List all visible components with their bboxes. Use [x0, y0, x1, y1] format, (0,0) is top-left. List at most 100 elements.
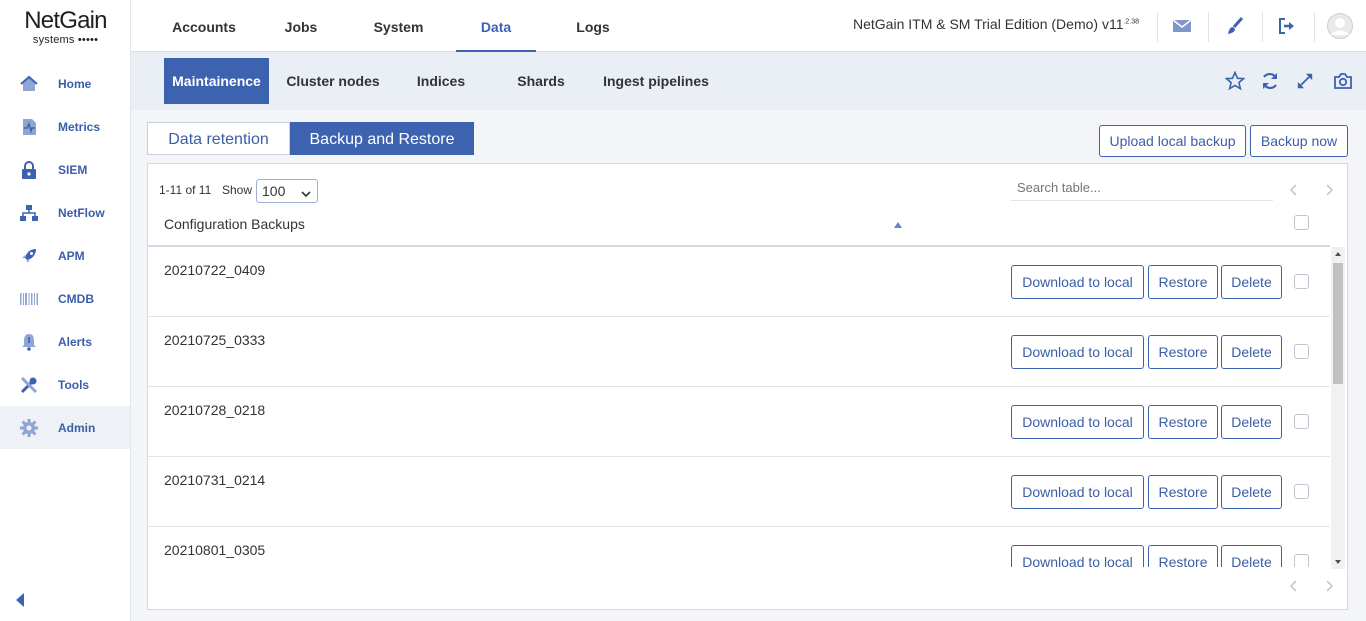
divider [1157, 12, 1158, 42]
scroll-up-icon[interactable] [1331, 249, 1345, 259]
download-to-local-button[interactable]: Download to local [1011, 405, 1144, 439]
tab-data-retention[interactable]: Data retention [147, 122, 290, 155]
edition-text: NetGain ITM & SM Trial Edition (Demo) v1… [853, 16, 1124, 32]
delete-button[interactable]: Delete [1221, 405, 1282, 439]
restore-button[interactable]: Restore [1148, 475, 1218, 509]
logout-icon[interactable] [1272, 12, 1302, 40]
next-page-icon[interactable] [1321, 578, 1337, 594]
divider [1208, 12, 1209, 42]
subtab-indices[interactable]: Indices [401, 58, 481, 104]
row-checkbox[interactable] [1294, 344, 1309, 359]
backup-name: 20210725_0333 [164, 332, 266, 348]
subtab-maintainence[interactable]: Maintainence [164, 58, 269, 104]
search-input[interactable] [1011, 175, 1273, 201]
backup-now-button[interactable]: Backup now [1250, 125, 1348, 157]
logo-subtext: systems ••••• [32, 34, 99, 46]
scrollbar-thumb[interactable] [1333, 263, 1343, 384]
row-checkbox[interactable] [1294, 274, 1309, 289]
delete-button[interactable]: Delete [1221, 335, 1282, 369]
sidebar-item-label: Alerts [58, 334, 93, 349]
divider [1262, 12, 1263, 42]
delete-button[interactable]: Delete [1221, 475, 1282, 509]
subtab-cluster-nodes[interactable]: Cluster nodes [278, 58, 388, 104]
lock-icon [0, 160, 58, 180]
tab-jobs[interactable]: Jobs [261, 0, 341, 52]
row-checkbox[interactable] [1294, 554, 1309, 567]
row-checkbox[interactable] [1294, 414, 1309, 429]
netgain-logo[interactable]: NetGain systems ••••• [0, 7, 131, 47]
mail-icon[interactable] [1167, 12, 1197, 40]
sidebar-item-netflow[interactable]: NetFlow [0, 191, 130, 234]
download-to-local-button[interactable]: Download to local [1011, 335, 1144, 369]
subtab-ingest-pipelines[interactable]: Ingest pipelines [596, 58, 716, 104]
table-row: 20210728_0218 Download to local Restore … [148, 387, 1330, 457]
tab-data[interactable]: Data [456, 0, 536, 52]
bell-icon [0, 332, 58, 352]
sidebar-item-tools[interactable]: Tools [0, 363, 130, 406]
prev-page-icon[interactable] [1286, 578, 1302, 594]
user-avatar-icon[interactable] [1325, 12, 1355, 40]
upload-local-backup-button[interactable]: Upload local backup [1099, 125, 1246, 157]
chevron-down-icon [300, 184, 312, 206]
sidebar-item-label: CMDB [58, 291, 94, 306]
record-count: 1-11 of 11 [159, 183, 212, 197]
sidebar-item-label: Home [58, 76, 92, 91]
sidebar-item-home[interactable]: Home [0, 62, 130, 105]
sidebar-item-siem[interactable]: SIEM [0, 148, 130, 191]
logo-text: NetGain [24, 7, 107, 34]
sidebar-item-metrics[interactable]: Metrics [0, 105, 130, 148]
table-row: 20210801_0305 Download to local Restore … [148, 527, 1330, 567]
subtab-shards[interactable]: Shards [501, 58, 581, 104]
tab-system[interactable]: System [356, 0, 441, 52]
sidebar-item-admin[interactable]: Admin [0, 406, 130, 449]
sidebar: NetGain systems ••••• Home Metrics SIEM … [0, 0, 131, 621]
tab-backup-and-restore[interactable]: Backup and Restore [290, 122, 474, 155]
backup-name: 20210731_0214 [164, 472, 266, 488]
metrics-icon [0, 117, 58, 137]
sort-asc-icon[interactable] [893, 216, 903, 234]
table-row: 20210725_0333 Download to local Restore … [148, 317, 1330, 387]
star-icon[interactable] [1223, 69, 1247, 93]
backups-panel: 1-11 of 11 Show 100 Configuration Backup… [147, 163, 1348, 610]
table-row: 20210722_0409 Download to local Restore … [148, 247, 1330, 317]
camera-icon[interactable] [1331, 69, 1355, 93]
sidebar-item-label: APM [58, 248, 85, 263]
prev-page-icon[interactable] [1286, 182, 1302, 198]
show-label: Show [222, 183, 253, 197]
delete-button[interactable]: Delete [1221, 545, 1282, 567]
edition-label: NetGain ITM & SM Trial Edition (Demo) v1… [853, 16, 1139, 32]
scroll-down-icon[interactable] [1331, 557, 1345, 567]
download-to-local-button[interactable]: Download to local [1011, 265, 1144, 299]
backup-rows: 20210722_0409 Download to local Restore … [148, 247, 1330, 567]
table-row: 20210731_0214 Download to local Restore … [148, 457, 1330, 527]
edition-version: .2.38 [1123, 18, 1140, 26]
restore-button[interactable]: Restore [1148, 405, 1218, 439]
download-to-local-button[interactable]: Download to local [1011, 475, 1144, 509]
tab-accounts[interactable]: Accounts [154, 0, 254, 52]
delete-button[interactable]: Delete [1221, 265, 1282, 299]
sidebar-item-alerts[interactable]: Alerts [0, 320, 130, 363]
collapse-sidebar-icon[interactable] [14, 592, 26, 608]
sidebar-item-apm[interactable]: APM [0, 234, 130, 277]
backup-name: 20210722_0409 [164, 262, 266, 278]
home-icon [0, 74, 58, 94]
row-checkbox[interactable] [1294, 484, 1309, 499]
backup-name: 20210728_0218 [164, 402, 266, 418]
network-icon [0, 203, 58, 223]
restore-button[interactable]: Restore [1148, 335, 1218, 369]
refresh-icon[interactable] [1258, 69, 1282, 93]
tab-logs[interactable]: Logs [553, 0, 633, 52]
expand-icon[interactable] [1293, 69, 1317, 93]
page-size-select[interactable]: 100 [256, 179, 318, 203]
restore-button[interactable]: Restore [1148, 545, 1218, 567]
brush-icon[interactable] [1220, 12, 1250, 40]
tools-icon [0, 375, 58, 395]
next-page-icon[interactable] [1321, 182, 1337, 198]
column-header-configuration-backups[interactable]: Configuration Backups [164, 216, 305, 232]
restore-button[interactable]: Restore [1148, 265, 1218, 299]
divider [1314, 12, 1315, 42]
top-navbar: Accounts Jobs System Data Logs NetGain I… [131, 0, 1366, 52]
select-all-checkbox[interactable] [1294, 215, 1309, 230]
download-to-local-button[interactable]: Download to local [1011, 545, 1144, 567]
sidebar-item-cmdb[interactable]: CMDB [0, 277, 130, 320]
